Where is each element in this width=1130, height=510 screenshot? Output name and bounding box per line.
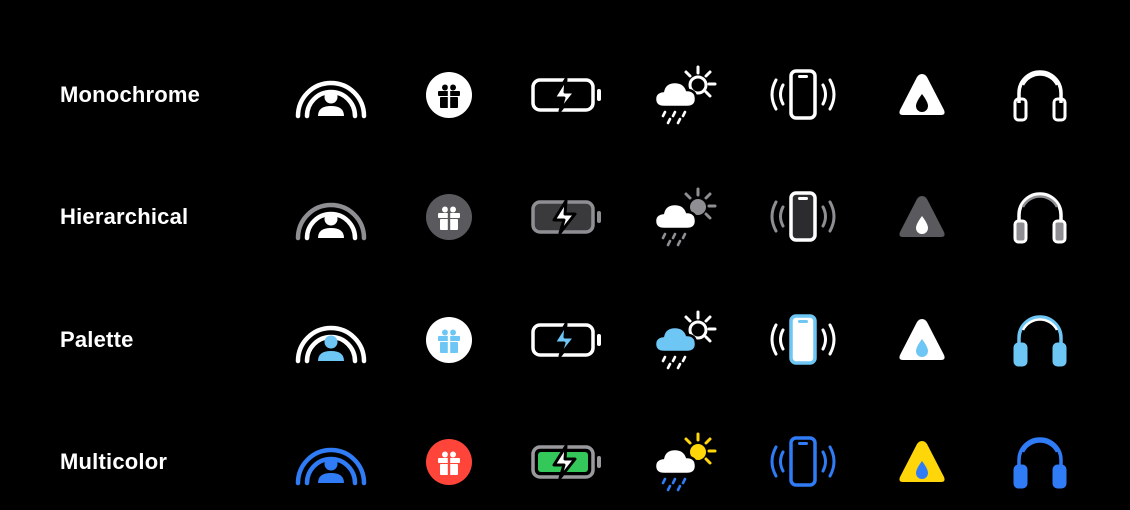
- row-label-hierarchical: Hierarchical: [60, 204, 189, 229]
- drop-triangle-icon: [882, 63, 962, 127]
- gift-circle-icon: [409, 430, 489, 494]
- battery-charging-icon: [527, 430, 607, 494]
- cloud-sun-rain-icon: [644, 430, 724, 494]
- row-monochrome: Monochrome: [0, 55, 1130, 135]
- row-label-multicolor: Multicolor: [60, 449, 168, 474]
- gift-circle-icon: [409, 185, 489, 249]
- cloud-sun-rain-icon: [644, 63, 724, 127]
- person-badge-icon: [291, 63, 371, 127]
- phone-vibrate-icon: [763, 63, 843, 127]
- drop-triangle-icon: [882, 430, 962, 494]
- cloud-sun-rain-icon: [644, 308, 724, 372]
- drop-triangle-icon: [882, 308, 962, 372]
- cloud-sun-rain-icon: [644, 185, 724, 249]
- phone-vibrate-icon: [763, 185, 843, 249]
- battery-charging-icon: [527, 185, 607, 249]
- row-label-palette: Palette: [60, 327, 134, 352]
- headphones-icon: [1000, 63, 1080, 127]
- row-label-monochrome: Monochrome: [60, 82, 201, 107]
- phone-vibrate-icon: [763, 430, 843, 494]
- person-badge-icon: [291, 308, 371, 372]
- battery-charging-icon: [527, 63, 607, 127]
- gift-circle-icon: [409, 308, 489, 372]
- row-multicolor: Multicolor: [0, 422, 1130, 502]
- battery-charging-icon: [527, 308, 607, 372]
- headphones-icon: [1000, 185, 1080, 249]
- person-badge-icon: [291, 430, 371, 494]
- person-badge-icon: [291, 185, 371, 249]
- drop-triangle-icon: [882, 185, 962, 249]
- headphones-icon: [1000, 308, 1080, 372]
- row-hierarchical: Hierarchical: [0, 177, 1130, 257]
- gift-circle-icon: [409, 63, 489, 127]
- headphones-icon: [1000, 430, 1080, 494]
- row-palette: Palette: [0, 300, 1130, 380]
- phone-vibrate-icon: [763, 308, 843, 372]
